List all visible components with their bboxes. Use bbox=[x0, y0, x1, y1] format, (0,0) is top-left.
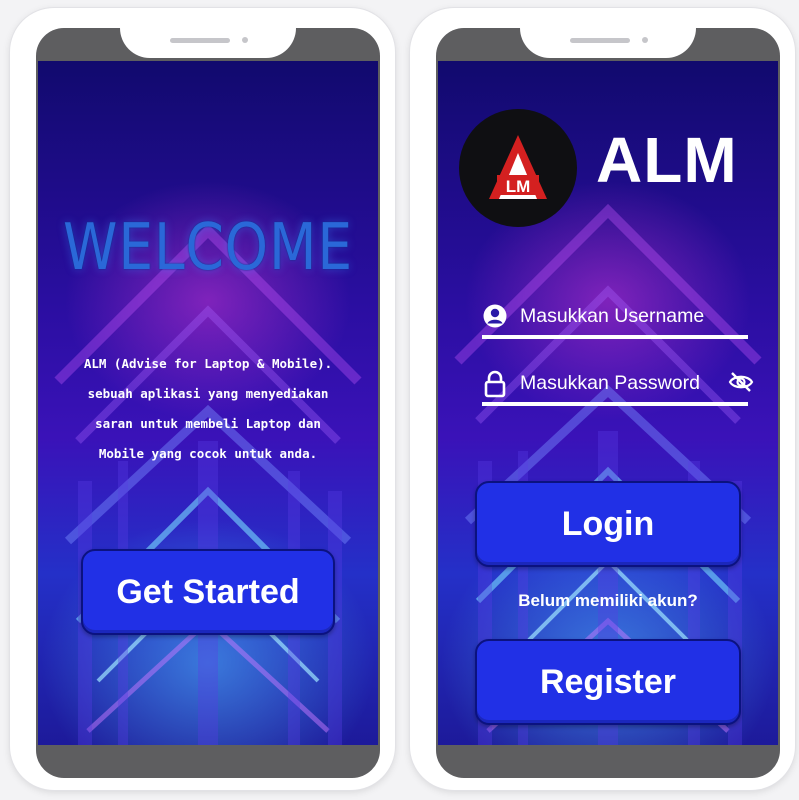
username-input[interactable]: Masukkan Username bbox=[482, 295, 748, 339]
welcome-screen: WELCOME ALM (Advise for Laptop & Mobile)… bbox=[38, 61, 378, 745]
eye-off-icon[interactable] bbox=[728, 370, 754, 394]
camera-icon bbox=[242, 37, 248, 43]
phone-notch bbox=[120, 28, 296, 58]
user-circle-icon bbox=[483, 304, 507, 328]
speaker-icon bbox=[570, 38, 630, 43]
login-button[interactable]: Login bbox=[475, 481, 741, 567]
password-placeholder: Masukkan Password bbox=[520, 372, 700, 394]
lock-icon bbox=[484, 370, 506, 398]
description-line: Mobile yang cocok untuk anda. bbox=[98, 446, 318, 461]
speaker-icon bbox=[170, 38, 230, 43]
username-placeholder: Masukkan Username bbox=[520, 305, 705, 327]
phone-frame-login: LM ALM Masukkan Username Masukkan Passwo… bbox=[410, 8, 795, 790]
welcome-description: ALM (Advise for Laptop & Mobile). sebuah… bbox=[58, 349, 358, 469]
no-account-text: Belum memiliki akun? bbox=[518, 591, 698, 610]
app-logo: LM bbox=[459, 109, 577, 227]
register-button[interactable]: Register bbox=[475, 639, 741, 725]
phone-notch bbox=[520, 28, 696, 58]
phone-bezel: LM ALM Masukkan Username Masukkan Passwo… bbox=[436, 28, 780, 778]
description-line: sebuah aplikasi yang menyediakan bbox=[87, 386, 329, 401]
description-line: ALM (Advise for Laptop & Mobile). bbox=[83, 356, 333, 371]
password-input[interactable]: Masukkan Password bbox=[482, 362, 754, 406]
phone-bezel: WELCOME ALM (Advise for Laptop & Mobile)… bbox=[36, 28, 380, 778]
login-screen: LM ALM Masukkan Username Masukkan Passwo… bbox=[438, 61, 778, 745]
app-name: ALM bbox=[596, 124, 738, 196]
description-line: saran untuk membeli Laptop dan bbox=[95, 416, 321, 431]
logo-icon: LM bbox=[489, 135, 547, 199]
svg-text:LM: LM bbox=[506, 177, 531, 196]
camera-icon bbox=[642, 37, 648, 43]
phone-frame-welcome: WELCOME ALM (Advise for Laptop & Mobile)… bbox=[10, 8, 395, 790]
get-started-button[interactable]: Get Started bbox=[81, 549, 335, 635]
welcome-title: WELCOME bbox=[63, 211, 353, 285]
